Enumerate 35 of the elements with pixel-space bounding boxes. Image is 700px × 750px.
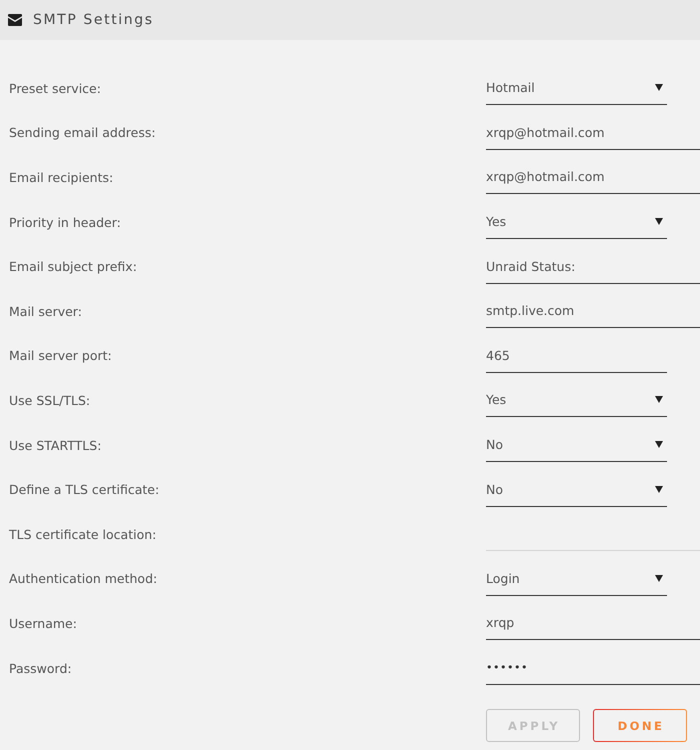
text-input[interactable]: Unraid Status:: [486, 250, 700, 284]
field-label: Define a TLS certificate:: [9, 482, 160, 498]
field-label: Authentication method:: [9, 571, 158, 586]
dropdown[interactable]: Login: [486, 562, 667, 596]
field-label: Preset service:: [9, 80, 101, 96]
password-input[interactable]: ••••••: [486, 651, 700, 686]
dropdown[interactable]: Yes: [486, 383, 667, 418]
caret-icon: [655, 84, 663, 92]
text-input[interactable]: xrqp@hotmail.com: [486, 160, 700, 194]
dropdown[interactable]: No: [486, 472, 667, 507]
text-input[interactable]: xrqp@hotmail.com: [486, 116, 700, 150]
field-label: Email subject prefix:: [9, 259, 137, 274]
field-label: Username:: [9, 616, 77, 631]
panel-title: SMTP Settings: [33, 12, 154, 28]
dropdown[interactable]: No: [486, 428, 667, 462]
caret-icon: [655, 396, 663, 404]
field-label: Email recipients:: [9, 170, 114, 185]
envelope-icon: [8, 14, 22, 26]
field-label: Password:: [9, 660, 72, 676]
dropdown[interactable]: Hotmail: [486, 71, 667, 106]
text-input[interactable]: smtp.live.com: [486, 294, 700, 328]
field-label: Priority in header:: [9, 214, 121, 230]
field-label: Mail server:: [9, 304, 82, 319]
field-label: Mail server port:: [9, 348, 112, 364]
caret-icon: [655, 486, 663, 493]
text-input[interactable]: xrqp: [486, 606, 700, 640]
caret-icon: [655, 441, 663, 448]
field-label: Use SSL/TLS:: [9, 392, 90, 408]
field-label: TLS certificate location:: [9, 526, 156, 542]
caret-icon: [655, 574, 663, 582]
dropdown[interactable]: Yes: [486, 205, 667, 240]
field-label: Sending email address:: [9, 125, 156, 140]
caret-icon: [655, 218, 663, 226]
text-input[interactable]: 465: [486, 338, 667, 373]
field-label: Use STARTTLS:: [9, 438, 102, 453]
